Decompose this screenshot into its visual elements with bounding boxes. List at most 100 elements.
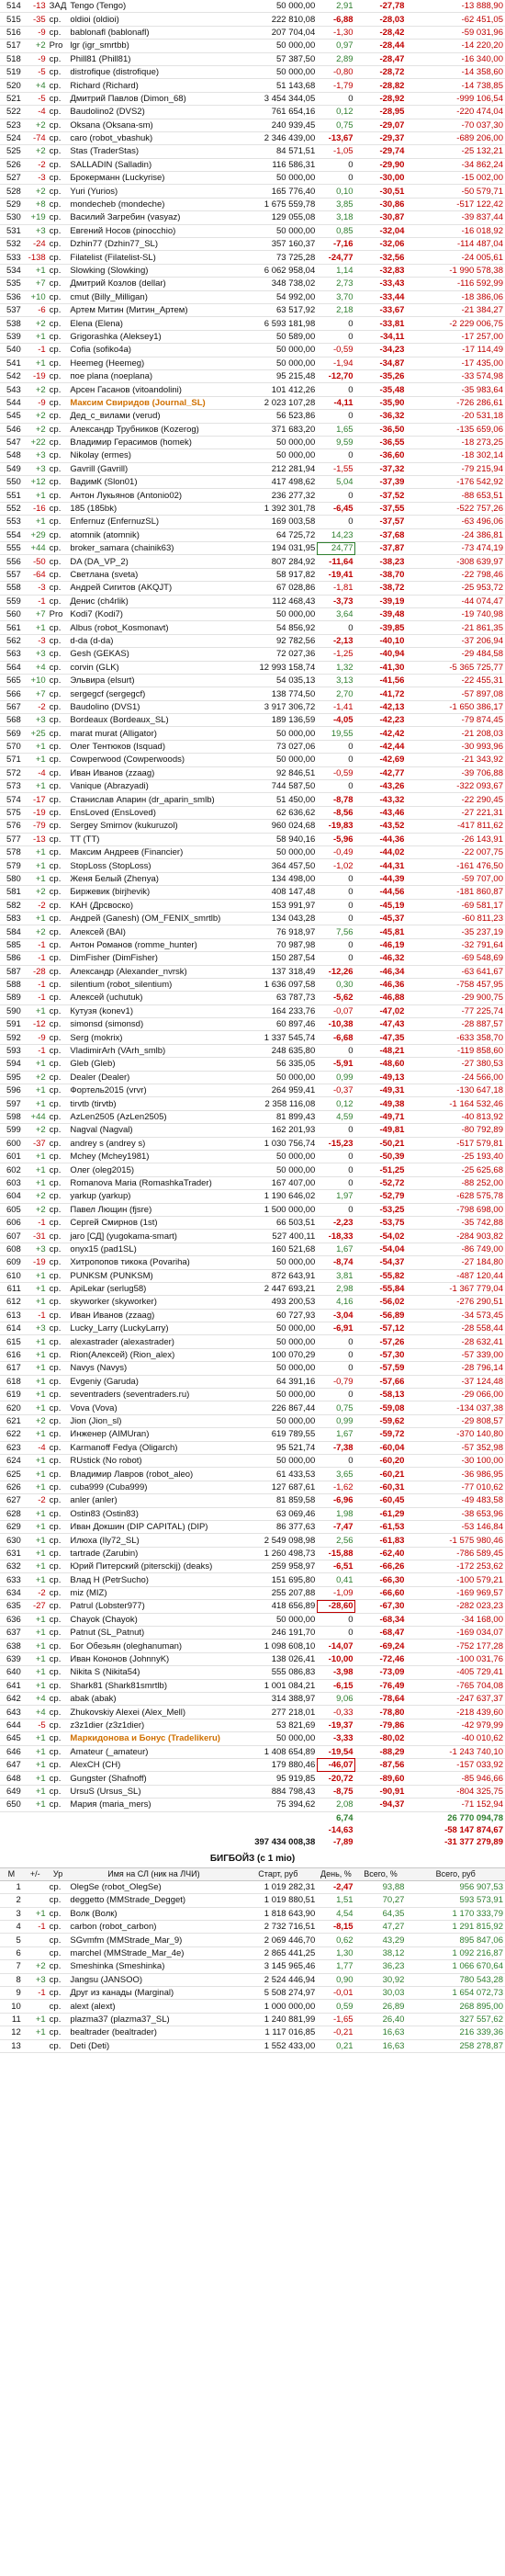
rank-cell: 621 [0,1414,23,1429]
table-row: 581 +2 ср. Биржевик (birjhevik) 408 147,48 0-… [0,885,505,900]
start-capital: 1 019 880,51 [239,1893,318,1908]
start-capital: 357 160,37 [239,237,318,252]
total-rub: -17 435,00 [406,357,505,370]
day-percent: 0 [317,1163,355,1177]
start-capital: 70 987,98 [239,938,318,953]
start-capital: 2 865 441,25 [239,1946,318,1961]
total-rub: -35 742,88 [406,1216,505,1231]
rank-cell: 607 [0,1229,23,1243]
day-percent: 2,98 [317,1282,355,1297]
day-percent: -12,70 [317,369,355,384]
total-rub: -86 749,00 [406,1243,505,1257]
table-row: 557 -64 ср. Светлана (sveta) 58 917,82 -19,41… [0,568,505,583]
total-percent: -33,81 [354,316,407,331]
start-capital: 50 000,00 [239,39,318,53]
total-percent: -76,49 [354,1679,407,1694]
total-rub: -27 221,31 [406,806,505,821]
trader-name: Александр (Alexander_nvrsk) [68,965,240,979]
table-row: 570 +1 ср. Олег Тентюков (Isquad) 73 027,06 0… [0,740,505,755]
day-percent: 1,65 [317,423,355,437]
day-percent: -1,55 [317,462,355,477]
total-percent: 64,35 [354,1907,407,1922]
total-percent: -37,32 [354,462,407,477]
trader-name: broker_samara (chainik63) [68,541,240,556]
table-row: 13 ср. Deti (Deti) 1 552 433,00 0,21 16,63 258… [0,2039,505,2053]
table-row: 534 +1 ср. Slowking (Slowking) 6 062 958,04 1… [0,264,505,278]
level-cell: ср. [47,1255,69,1270]
total-percent: -29,07 [354,119,407,132]
day-percent: 3,65 [317,1467,355,1481]
level-cell: ср. [47,1771,69,1786]
table-row: 556 -50 ср. DA (DA_VP_2) 807 284,92 -11,64 -38… [0,554,505,569]
total-rub: 258 278,87 [406,2039,505,2053]
start-capital: 408 147,48 [239,885,318,900]
rank-cell: 571 [0,753,23,767]
summary-start-total: 397 434 008,38 [254,1836,316,1847]
trader-name: simonsd (simonsd) [68,1017,240,1032]
total-rub: -50 579,71 [406,184,505,199]
table-row: 541 +1 ср. Heemeg (Heemeg) 50 000,00 -1,94 -34… [0,357,505,370]
total-rub: -999 106,54 [406,92,505,107]
trader-name: Albus (robot_Kosmonavt) [68,620,240,635]
level-cell: ср. [47,938,69,953]
table-row: 6 ср. marchel (MMStrade_Mar_4e) 2 865 441,2… [0,1946,505,1961]
change-cell: +2 [22,925,48,939]
total-rub: -22 290,45 [406,792,505,807]
start-capital: 1 636 097,58 [239,978,318,993]
total-rub: -35 237,19 [406,925,505,939]
change-cell: +8 [22,198,48,212]
change-cell: -27 [22,1599,48,1614]
day-percent: 0 [317,171,355,186]
day-percent: 0,21 [317,2039,355,2053]
day-percent: 0 [317,488,355,503]
total-rub: -130 647,18 [406,1084,505,1098]
level-cell: ср. [47,369,69,384]
total-percent: 30,03 [354,1986,407,2001]
trader-name: Patrul (Lobster977) [68,1599,240,1614]
total-percent: 47,27 [354,1920,407,1935]
level-cell: ср. [47,634,69,649]
total-percent: -50,39 [354,1150,407,1164]
total-rub: 1 291 815,92 [406,1920,505,1935]
change-cell: -2 [22,158,48,173]
trader-name: DimFisher (DimFisher) [68,951,240,966]
total-rub: -26 143,91 [406,833,505,847]
day-percent: 24,77 [317,541,355,556]
total-rub: -38 653,96 [406,1507,505,1521]
change-cell: -24 [22,237,48,252]
trader-name: Иван Иванов (zzaag) [68,1309,240,1323]
day-percent: -7,16 [317,237,355,252]
rank-cell: 620 [0,1401,23,1415]
table-row: 582 -2 ср. КАН (Дрсвоско) 153 991,97 0 -45,19-… [0,899,505,913]
trader-name: Vanique (Abrazyadi) [68,779,240,794]
change-cell: +1 [22,1758,48,1773]
total-rub: -1 990 578,38 [406,264,505,278]
total-percent: -29,37 [354,131,407,146]
trader-name: Алексей (uchutuk) [68,991,240,1005]
total-rub: -79 874,45 [406,713,505,728]
level-cell: ср. [47,1084,69,1098]
change-cell: +2 [22,1414,48,1429]
day-percent: 2,08 [317,1798,355,1812]
header-start: Старт, руб [239,1867,318,1881]
trader-name: PUNKSM (PUNKSM) [68,1269,240,1283]
change-cell: +2 [22,184,48,199]
level-cell: ср. [47,1481,69,1495]
start-capital: 1 675 559,78 [239,198,318,212]
trader-name: jaro [СД] (yugokama-smart) [68,1229,240,1243]
total-percent: -27,78 [354,0,407,14]
table-row: 592 -9 ср. Serg (mokrix) 1 337 545,74 -6,68 -4… [0,1030,505,1045]
day-percent: 7,56 [317,925,355,939]
rank-cell: 522 [0,105,23,119]
start-capital: 236 277,32 [239,488,318,503]
start-capital: 58 917,82 [239,568,318,583]
start-capital: 50 000,00 [239,1322,318,1336]
total-rub: -176 542,92 [406,475,505,490]
trader-name: Deti (Deti) [68,2039,240,2053]
day-percent: -2,13 [317,634,355,649]
table-row: 526 -2 ср. SALLADIN (Salladin) 116 586,31 0 -2… [0,158,505,173]
total-percent: 16,63 [354,2039,407,2053]
trader-name: carbon (robot_carbon) [68,1920,240,1935]
change-cell: -74 [22,131,48,146]
rank-cell: 595 [0,1071,23,1085]
